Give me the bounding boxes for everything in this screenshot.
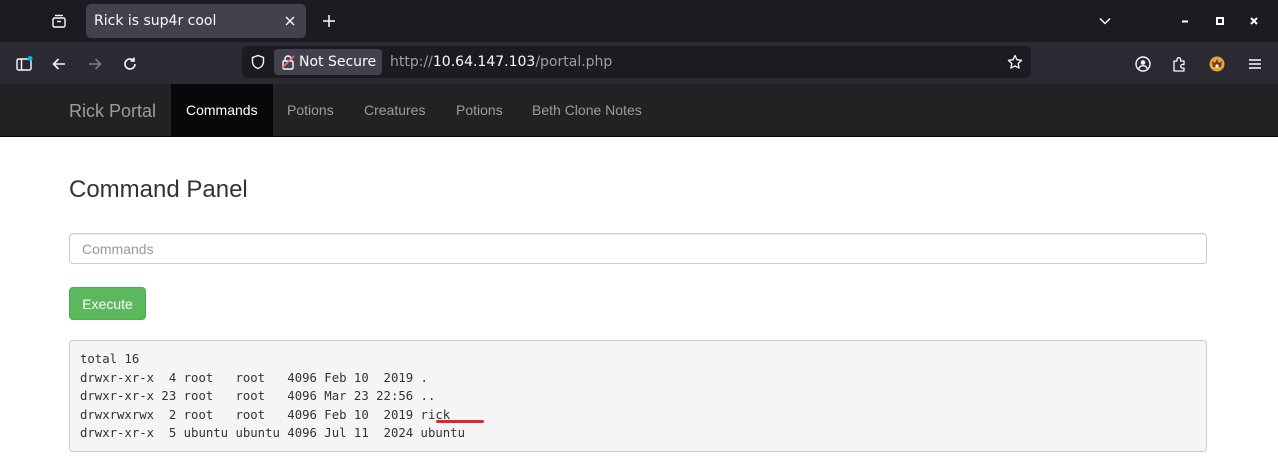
new-tab-icon[interactable] [316, 8, 342, 34]
brand-link[interactable]: Rick Portal [69, 101, 156, 122]
close-window-icon[interactable] [1241, 8, 1267, 34]
execute-button[interactable]: Execute [69, 287, 146, 320]
output-line: drwxrwxrwx 2 root root 4096 Feb 10 2019 … [80, 407, 451, 422]
nav-potions[interactable]: Potions [272, 84, 349, 136]
maximize-icon[interactable] [1207, 8, 1233, 34]
url-path: /portal.php [535, 54, 613, 70]
minimize-icon[interactable] [1172, 8, 1198, 34]
output-line: drwxr-xr-x 5 ubuntu ubuntu 4096 Jul 11 2… [80, 426, 465, 440]
nav-beth-clone-notes[interactable]: Beth Clone Notes [517, 84, 657, 136]
annotation-underline [436, 420, 484, 423]
page-title: Command Panel [69, 176, 248, 203]
output-line: total 16 [80, 352, 140, 366]
nav-creatures[interactable]: Creatures [349, 84, 440, 136]
browser-tab-bar: Rick is sup4r cool [0, 0, 1278, 42]
tab-title: Rick is sup4r cool [94, 13, 217, 29]
url-host: 10.64.147.103 [432, 54, 536, 70]
back-icon[interactable] [45, 50, 73, 78]
insecure-lock-icon [281, 55, 295, 70]
browser-tab[interactable]: Rick is sup4r cool [86, 4, 306, 38]
tab-list-icon[interactable] [46, 8, 72, 34]
output-line: drwxr-xr-x 23 root root 4096 Mar 23 22:5… [80, 389, 436, 403]
nav-commands[interactable]: Commands [171, 84, 273, 136]
tracking-protection-icon[interactable] [248, 52, 268, 72]
site-security-indicator[interactable]: Not Secure [274, 49, 382, 75]
security-label: Not Secure [299, 54, 377, 70]
account-icon[interactable] [1129, 50, 1157, 78]
forward-icon[interactable] [81, 50, 109, 78]
commands-input[interactable] [69, 233, 1207, 264]
output-line: drwxr-xr-x 4 root root 4096 Feb 10 2019 … [80, 370, 428, 385]
site-navbar: Rick Portal Commands Potions Creatures P… [0, 84, 1278, 137]
menu-icon[interactable] [1241, 50, 1269, 78]
command-output: total 16 drwxr-xr-x 4 root root 4096 Feb… [69, 340, 1207, 452]
url-scheme: http:// [390, 54, 433, 70]
list-all-tabs-icon[interactable] [1092, 8, 1118, 34]
address-bar[interactable]: Not Secure http://10.64.147.103/portal.p… [242, 46, 1031, 78]
sidebar-icon[interactable] [10, 50, 38, 78]
nav-potions-2[interactable]: Potions [441, 84, 518, 136]
reload-icon[interactable] [116, 50, 144, 78]
browser-toolbar: Not Secure http://10.64.147.103/portal.p… [0, 42, 1278, 84]
close-tab-icon[interactable] [280, 11, 300, 31]
url-text[interactable]: http://10.64.147.103/portal.php [390, 54, 612, 70]
extensions-icon[interactable] [1165, 50, 1193, 78]
foxyproxy-extension-icon[interactable] [1203, 50, 1231, 78]
bookmark-star-icon[interactable] [1005, 52, 1025, 72]
